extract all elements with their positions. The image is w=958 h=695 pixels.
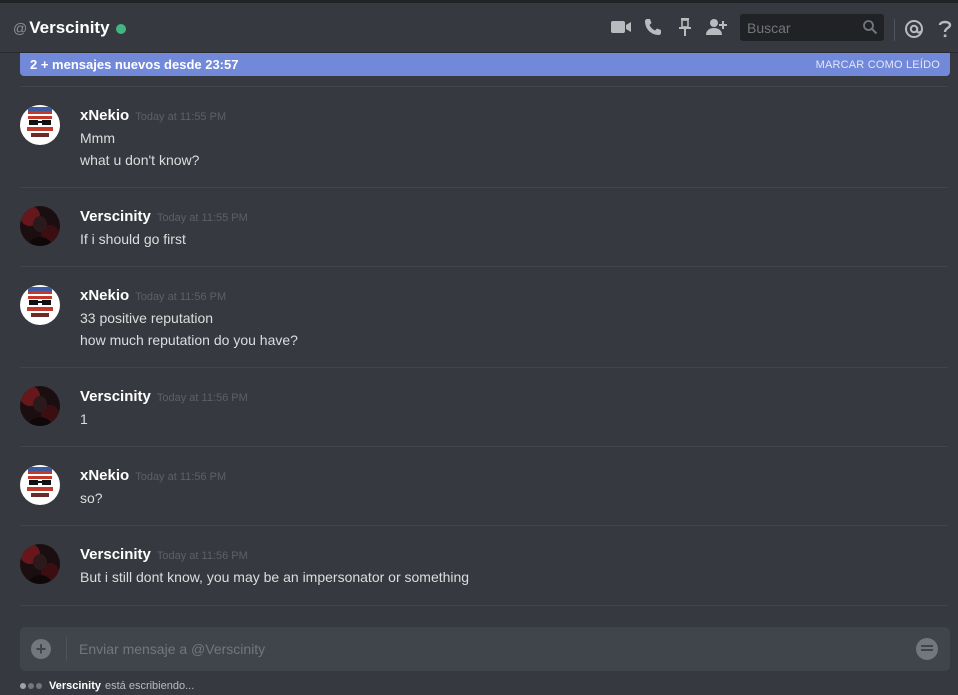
message-group: Verscinity Today at 11:56 PM 1 xyxy=(20,367,948,446)
message-text: what u don't know? xyxy=(80,152,200,168)
message-timestamp: Today at 11:56 PM xyxy=(135,471,227,483)
message-timestamp: Today at 11:55 PM xyxy=(135,111,227,123)
at-symbol: @ xyxy=(13,19,28,36)
message-group: xNekio Today at 11:56 PM so? xyxy=(20,446,948,525)
avatar[interactable] xyxy=(20,544,60,584)
message-author[interactable]: xNekio Today at 11:55 PM xyxy=(80,107,226,124)
channel-title[interactable]: Verscinity xyxy=(29,18,109,38)
mark-as-read-button[interactable]: MARCAR COMO LEÍDO xyxy=(816,59,940,71)
dm-chat-window: @ Verscinity 2 + mensajes xyxy=(0,0,958,695)
phone-call-icon[interactable] xyxy=(642,16,664,38)
message-text: so? xyxy=(80,490,103,506)
emoji-icon[interactable] xyxy=(916,638,938,660)
new-messages-bar[interactable]: 2 + mensajes nuevos desde 23:57 MARCAR C… xyxy=(20,53,950,76)
typing-dots-icon xyxy=(20,683,44,689)
message-text: 33 positive reputation xyxy=(80,310,214,326)
typing-text: está escribiendo... xyxy=(104,680,195,692)
channel-header: @ Verscinity xyxy=(0,0,958,52)
message-author[interactable]: Verscinity Today at 11:56 PM xyxy=(80,546,248,563)
composer-divider xyxy=(66,637,67,661)
add-friend-icon[interactable] xyxy=(705,16,727,38)
avatar[interactable] xyxy=(20,105,60,145)
message-author[interactable]: xNekio Today at 11:56 PM xyxy=(80,467,226,484)
typing-indicator: Verscinity está escribiendo... xyxy=(20,678,194,694)
message-group: Verscinity Today at 11:56 PM But i still … xyxy=(20,525,948,606)
video-call-icon[interactable] xyxy=(610,16,632,38)
search-box[interactable] xyxy=(740,14,884,41)
search-input[interactable] xyxy=(747,19,857,36)
message-text: how much reputation do you have? xyxy=(80,332,298,348)
message-timestamp: Today at 11:56 PM xyxy=(156,550,248,562)
message-group: xNekio Today at 11:56 PM 33 positive repu… xyxy=(20,266,948,367)
message-text: 1 xyxy=(80,411,88,427)
message-timestamp: Today at 11:55 PM xyxy=(156,212,248,224)
avatar[interactable] xyxy=(20,386,60,426)
plus-icon[interactable]: + xyxy=(31,639,51,659)
message-author[interactable]: Verscinity Today at 11:55 PM xyxy=(80,208,248,225)
online-status-icon xyxy=(115,23,126,34)
message-text: If i should go first xyxy=(80,231,186,247)
header-divider xyxy=(894,19,895,41)
message-text: But i still dont know, you may be an imp… xyxy=(80,569,470,585)
message-author[interactable]: Verscinity Today at 11:56 PM xyxy=(80,388,248,405)
message-composer: + xyxy=(20,627,950,671)
avatar[interactable] xyxy=(20,285,60,325)
message-text: Mmm xyxy=(80,130,115,146)
avatar[interactable] xyxy=(20,465,60,505)
message-group: Verscinity Today at 11:55 PM If i should … xyxy=(20,187,948,266)
message-input[interactable] xyxy=(79,641,879,657)
help-icon[interactable] xyxy=(934,18,956,40)
mention-icon[interactable] xyxy=(903,18,925,40)
message-author[interactable]: xNekio Today at 11:56 PM xyxy=(80,287,226,304)
avatar[interactable] xyxy=(20,206,60,246)
message-timestamp: Today at 11:56 PM xyxy=(156,392,248,404)
message-group: xNekio Today at 11:55 PM Mmm what u don't… xyxy=(20,86,948,187)
typing-user: Verscinity xyxy=(49,680,101,692)
message-timestamp: Today at 11:56 PM xyxy=(135,291,227,303)
new-messages-text: 2 + mensajes nuevos desde 23:57 xyxy=(30,57,239,72)
search-icon[interactable] xyxy=(862,19,878,40)
pin-icon[interactable] xyxy=(674,16,696,38)
